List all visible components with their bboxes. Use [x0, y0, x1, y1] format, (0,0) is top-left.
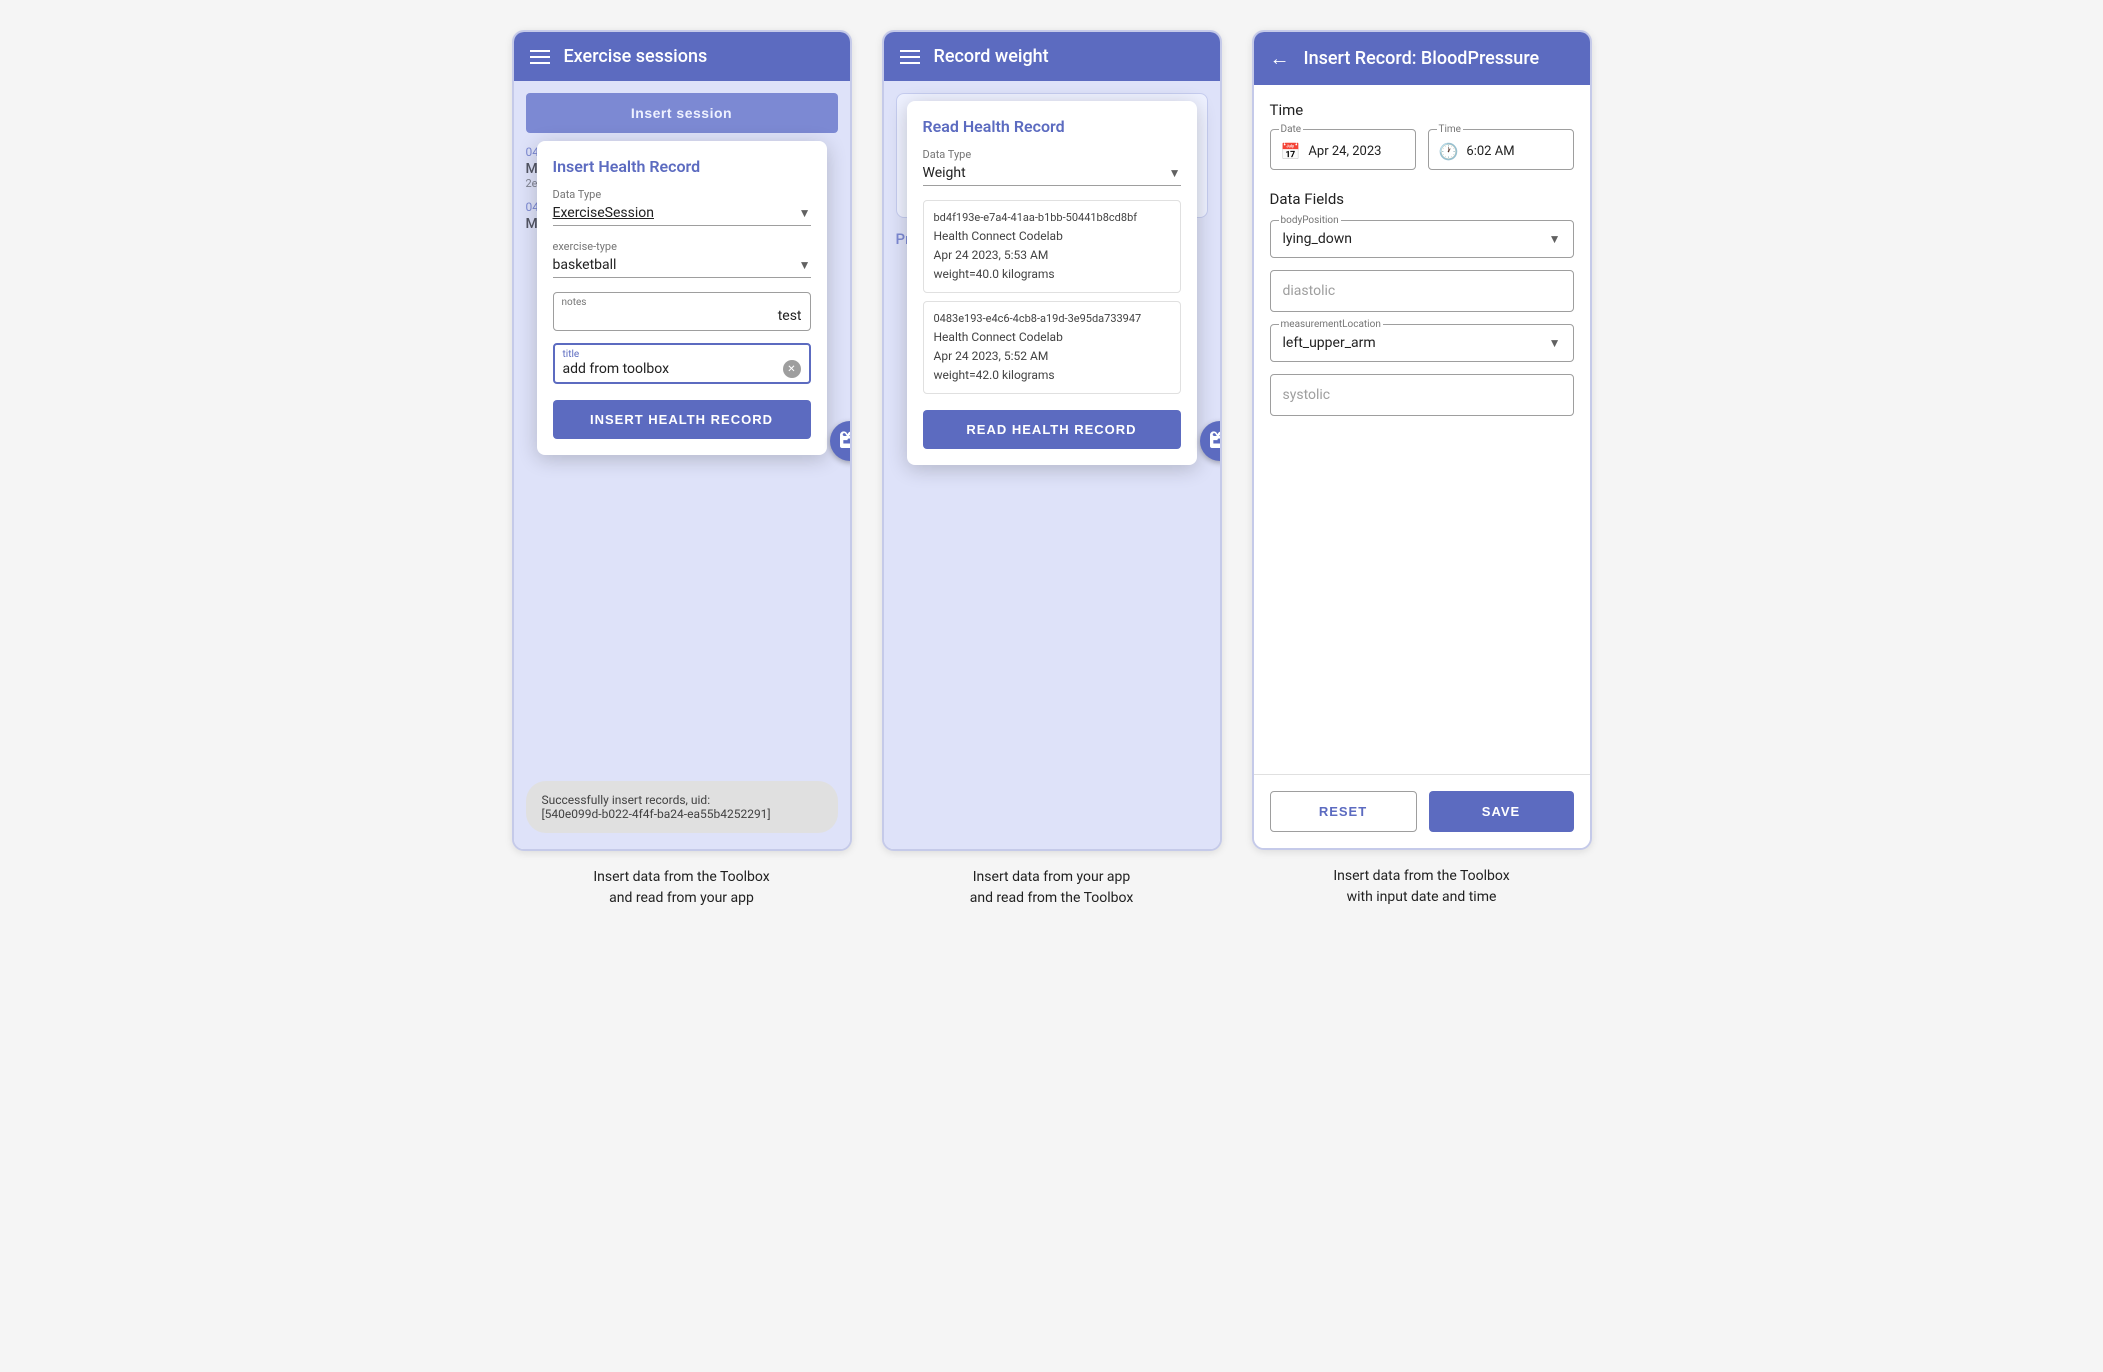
hamburger-icon-2[interactable]: [900, 50, 920, 64]
read-data-type-select[interactable]: Weight ▼: [923, 165, 1181, 186]
notes-value: test: [562, 308, 802, 324]
exercise-type-value: basketball: [553, 257, 617, 273]
measurement-location-select[interactable]: measurementLocation left_upper_arm ▼: [1270, 324, 1574, 362]
exercise-type-arrow: ▼: [799, 258, 811, 272]
measurement-source-2: Health Connect Codelab: [934, 328, 1170, 347]
screen1-header: Exercise sessions: [514, 32, 850, 81]
data-type-arrow: ▼: [799, 206, 811, 220]
measurement-id-2: 0483e193-e4c6-4cb8-a19d-3e95da733947: [934, 310, 1170, 328]
measurement-date-1: Apr 24 2023, 5:53 AM: [934, 246, 1170, 265]
calendar-icon: 📅: [1281, 142, 1301, 161]
measurement-item-2: 0483e193-e4c6-4cb8-a19d-3e95da733947 Hea…: [923, 301, 1181, 394]
measurement-location-arrow: ▼: [1549, 336, 1561, 350]
screen3-frame: ← Insert Record: BloodPressure Time Date…: [1252, 30, 1592, 850]
date-time-row: Date 📅 Apr 24, 2023 Time 🕐 6:02 AM: [1270, 129, 1574, 170]
body-position-arrow: ▼: [1549, 232, 1561, 246]
title-value: add from toolbox: [563, 361, 670, 377]
data-type-select[interactable]: ExerciseSession ▼: [553, 205, 811, 226]
measurement-location-value: left_upper_arm: [1283, 335, 1376, 351]
date-content: 📅 Apr 24, 2023: [1281, 142, 1405, 161]
screen3-title: Insert Record: BloodPressure: [1304, 48, 1540, 69]
measurement-item-1: bd4f193e-e7a4-41aa-b1bb-50441b8cd8bf Hea…: [923, 200, 1181, 293]
diastolic-field[interactable]: diastolic: [1270, 270, 1574, 312]
body-position-value: lying_down: [1283, 231, 1352, 247]
screen1-body: Insert session 04:01:09 - 04:31:09 My Ru…: [514, 81, 850, 849]
save-button[interactable]: SAVE: [1429, 791, 1574, 832]
screen1-title: Exercise sessions: [564, 46, 708, 67]
screen1-caption: Insert data from the Toolbox and read fr…: [593, 867, 769, 909]
screen2-caption: Insert data from your app and read from …: [970, 867, 1134, 909]
data-type-label: Data Type: [553, 188, 811, 201]
insert-health-record-button[interactable]: INSERT HEALTH RECORD: [553, 400, 811, 439]
read-data-type-label: Data Type: [923, 148, 1181, 161]
time-value: 6:02 AM: [1466, 144, 1514, 159]
notes-label: notes: [562, 297, 802, 308]
title-label: title: [563, 349, 801, 360]
screen2-title: Record weight: [934, 46, 1049, 67]
read-data-type-arrow: ▼: [1169, 166, 1181, 180]
clear-icon[interactable]: ✕: [783, 360, 801, 378]
time-section-label: Time: [1270, 101, 1574, 119]
hamburger-icon[interactable]: [530, 50, 550, 64]
systolic-field[interactable]: systolic: [1270, 374, 1574, 416]
data-type-value: ExerciseSession: [553, 205, 655, 221]
toolbox-icon-2: [1210, 431, 1222, 451]
read-health-record-button[interactable]: READ HEALTH RECORD: [923, 410, 1181, 449]
time-label: Time: [1437, 124, 1463, 135]
time-content: 🕐 6:02 AM: [1439, 142, 1563, 161]
body-position-select[interactable]: bodyPosition lying_down ▼: [1270, 220, 1574, 258]
measurement-date-2: Apr 24 2023, 5:52 AM: [934, 347, 1170, 366]
notes-field-wrap[interactable]: notes test: [553, 292, 811, 331]
read-data-type-value: Weight: [923, 165, 966, 181]
screen2-frame: Record weight New Record (Kg) 50 Add Pre…: [882, 30, 1222, 851]
screen2-dialog-overlay: Read Health Record Data Type Weight ▼ bd…: [884, 81, 1220, 849]
measurement-id-1: bd4f193e-e7a4-41aa-b1bb-50441b8cd8bf: [934, 209, 1170, 227]
screen2-dialog-title: Read Health Record: [923, 117, 1181, 136]
reset-button[interactable]: RESET: [1270, 791, 1417, 832]
toolbox-icon: [840, 431, 852, 451]
title-input-row: add from toolbox ✕: [563, 360, 801, 378]
exercise-type-label: exercise-type: [553, 240, 811, 253]
screen3-body: Time Date 📅 Apr 24, 2023 Time: [1254, 85, 1590, 783]
measurement-value-1: weight=40.0 kilograms: [934, 265, 1170, 284]
title-field-wrap[interactable]: title add from toolbox ✕: [553, 343, 811, 384]
time-field[interactable]: Time 🕐 6:02 AM: [1428, 129, 1574, 170]
date-label: Date: [1279, 124, 1304, 135]
screen2-dialog: Read Health Record Data Type Weight ▼ bd…: [907, 101, 1197, 465]
exercise-type-select[interactable]: basketball ▼: [553, 257, 811, 278]
screen1-dialog-title: Insert Health Record: [553, 157, 811, 176]
success-snackbar: Successfully insert records, uid: [540e0…: [526, 781, 838, 833]
screen2-body: New Record (Kg) 50 Add Previous Measurem…: [884, 81, 1220, 849]
screen3-footer: RESET SAVE: [1254, 774, 1590, 848]
screen3-caption: Insert data from the Toolbox with input …: [1333, 866, 1509, 908]
data-fields-label: Data Fields: [1270, 190, 1574, 208]
back-arrow[interactable]: ←: [1270, 46, 1290, 71]
measurement-location-label: measurementLocation: [1279, 319, 1383, 330]
measurement-source-1: Health Connect Codelab: [934, 227, 1170, 246]
date-value: Apr 24, 2023: [1308, 144, 1381, 159]
date-field[interactable]: Date 📅 Apr 24, 2023: [1270, 129, 1416, 170]
screen3-header: ← Insert Record: BloodPressure: [1254, 32, 1590, 85]
screen1-frame: Exercise sessions Insert session 04:01:0…: [512, 30, 852, 851]
clock-icon: 🕐: [1439, 142, 1459, 161]
screen2-header: Record weight: [884, 32, 1220, 81]
screen1-dialog: Insert Health Record Data Type ExerciseS…: [537, 141, 827, 455]
screen1-dialog-overlay: Insert Health Record Data Type ExerciseS…: [514, 81, 850, 849]
measurement-value-2: weight=42.0 kilograms: [934, 366, 1170, 385]
body-position-label: bodyPosition: [1279, 215, 1341, 226]
